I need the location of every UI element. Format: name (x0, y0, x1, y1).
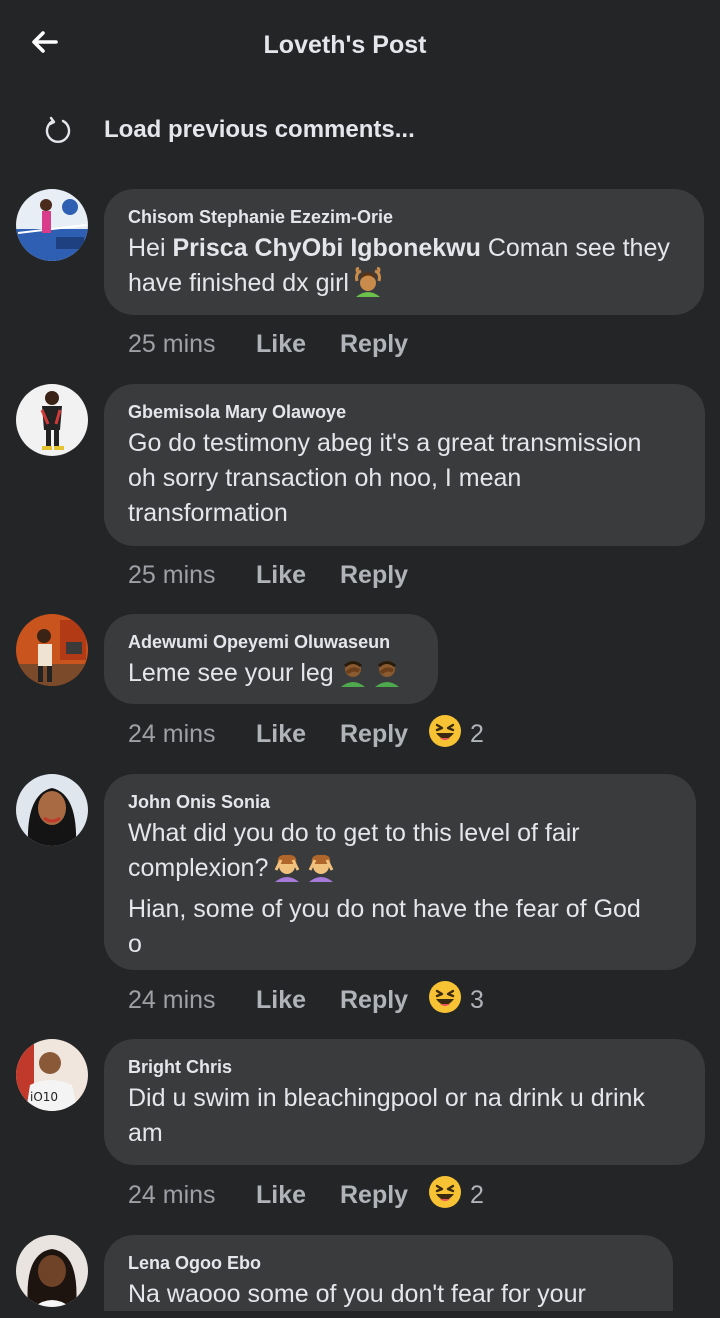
person-gesturing-no-emoji (306, 852, 336, 892)
load-previous-comments-button[interactable]: Load previous comments... (40, 106, 415, 154)
comment-bubble[interactable]: Adewumi Opeyemi Oluwaseun Leme see your … (104, 614, 438, 704)
laughing-reaction-icon (427, 1174, 463, 1216)
avatar[interactable]: iO10 (16, 1039, 88, 1111)
comment-text-body: Leme see your leg (128, 659, 334, 687)
like-button[interactable]: Like (256, 1181, 340, 1210)
comment-actions: 25 mins Like Reply (128, 324, 428, 364)
comment-bubble[interactable]: Chisom Stephanie Ezezim-Orie Hei Prisca … (104, 189, 704, 315)
comment-author[interactable]: Lena Ogoo Ebo (128, 1251, 649, 1275)
avatar[interactable] (16, 1235, 88, 1307)
reaction-summary[interactable]: 2 (427, 1174, 484, 1216)
comment-time: 25 mins (128, 560, 216, 589)
comment: Lena Ogoo Ebo Na waooo some of you don't… (0, 1235, 720, 1311)
comment-author[interactable]: Gbemisola Mary Olawoye (128, 400, 681, 424)
laughing-reaction-icon (427, 713, 463, 755)
person-facepalming-emoji (338, 657, 368, 697)
like-button[interactable]: Like (256, 561, 340, 590)
comment-author[interactable]: Adewumi Opeyemi Oluwaseun (128, 630, 414, 654)
reaction-summary[interactable]: 3 (427, 979, 484, 1021)
like-button[interactable]: Like (256, 330, 340, 359)
comment-time: 24 mins (128, 1180, 216, 1209)
comment-text: Hei Prisca ChyObi Igbonekwu Coman see th… (128, 231, 680, 307)
refresh-icon (40, 112, 76, 148)
comment-bubble[interactable]: Bright Chris Did u swim in bleachingpool… (104, 1039, 705, 1165)
comment-text: Na waooo some of you don't fear for your (128, 1280, 586, 1308)
like-button[interactable]: Like (256, 986, 340, 1015)
like-button[interactable]: Like (256, 720, 340, 749)
comment-author[interactable]: John Onis Sonia (128, 790, 672, 814)
comment-text: Leme see your leg (128, 656, 414, 697)
avatar[interactable] (16, 384, 88, 456)
comment-text-body: What did you do to get to this level of … (128, 819, 580, 882)
reaction-count: 3 (470, 985, 484, 1014)
comment-bubble[interactable]: John Onis Sonia What did you do to get t… (104, 774, 696, 970)
comment-author[interactable]: Chisom Stephanie Ezezim-Orie (128, 205, 680, 229)
avatar[interactable] (16, 774, 88, 846)
comment-text: What did you do to get to this level of … (128, 816, 672, 962)
reply-button[interactable]: Reply (340, 986, 428, 1015)
comment-text-body-2: Hian, some of you do not have the fear o… (128, 895, 641, 958)
comment-time: 25 mins (128, 329, 216, 358)
person-gesturing-no-emoji (272, 852, 302, 892)
comment-actions: 25 mins Like Reply (128, 555, 428, 595)
comment-time: 24 mins (128, 985, 216, 1014)
avatar[interactable] (16, 614, 88, 686)
comment-time: 24 mins (128, 719, 216, 748)
comment-actions: 24 mins Like Reply 2 (128, 713, 484, 755)
reply-button[interactable]: Reply (340, 1181, 428, 1210)
reply-button[interactable]: Reply (340, 561, 428, 590)
person-facepalming-emoji (372, 657, 402, 697)
mention-link[interactable]: Prisca ChyObi Igbonekwu (172, 234, 480, 262)
comment-author[interactable]: Bright Chris (128, 1055, 681, 1079)
comment-bubble[interactable]: Gbemisola Mary Olawoye Go do testimony a… (104, 384, 705, 546)
comment-text: Go do testimony abeg it's a great transm… (128, 429, 642, 527)
avatar[interactable] (16, 189, 88, 261)
load-previous-label: Load previous comments... (104, 116, 415, 143)
top-bar: Loveth's Post (0, 0, 720, 92)
comment-text: Did u swim in bleachingpool or na drink … (128, 1084, 645, 1147)
laughing-reaction-icon (427, 979, 463, 1021)
svg-text:iO10: iO10 (30, 1090, 58, 1104)
comment-actions: 24 mins Like Reply 3 (128, 979, 484, 1021)
reply-button[interactable]: Reply (340, 720, 428, 749)
comment-text-prefix: Hei (128, 234, 173, 262)
comment-bubble[interactable]: Lena Ogoo Ebo Na waooo some of you don't… (104, 1235, 673, 1311)
reaction-count: 2 (470, 1180, 484, 1209)
reaction-summary[interactable]: 2 (427, 713, 484, 755)
page-title: Loveth's Post (263, 31, 427, 59)
reaction-count: 2 (470, 719, 484, 748)
comment-actions: 24 mins Like Reply 2 (128, 1174, 484, 1216)
person-gesturing-ok-emoji (353, 266, 383, 307)
reply-button[interactable]: Reply (340, 330, 428, 359)
